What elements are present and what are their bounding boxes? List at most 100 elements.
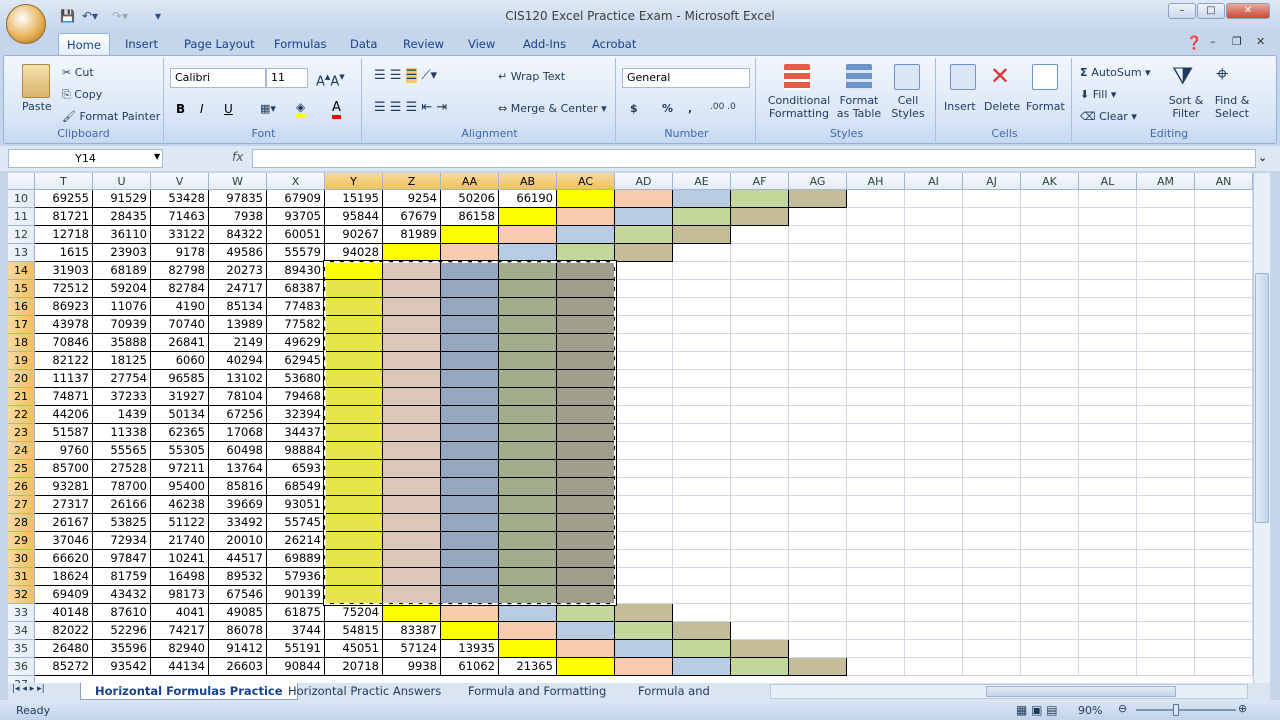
cell-AJ20[interactable] (963, 370, 1021, 388)
vertical-scroll-thumb[interactable] (1255, 273, 1269, 523)
cell-W15[interactable]: 24717 (209, 280, 267, 298)
row-header-33[interactable]: 33 (8, 604, 35, 622)
cell-AG32[interactable] (789, 586, 847, 604)
cell-AG34[interactable] (789, 622, 847, 640)
cell-AE35[interactable] (673, 640, 731, 658)
cell-AG10[interactable] (789, 190, 847, 208)
cell-W30[interactable]: 44517 (209, 550, 267, 568)
cell-AI14[interactable] (905, 262, 963, 280)
cell-AM34[interactable] (1137, 622, 1195, 640)
cell-AL31[interactable] (1079, 568, 1137, 586)
cell-AF21[interactable] (731, 388, 789, 406)
cell-AJ16[interactable] (963, 298, 1021, 316)
cell-AN20[interactable] (1195, 370, 1253, 388)
row-header-17[interactable]: 17 (8, 316, 35, 334)
wrap-text-button[interactable]: ↵ Wrap Text (498, 70, 565, 83)
cell-AI31[interactable] (905, 568, 963, 586)
grow-font-icon[interactable]: A▴A▾ (316, 70, 345, 89)
cell-T12[interactable]: 12718 (35, 226, 93, 244)
office-button[interactable] (6, 4, 46, 44)
name-box-dropdown-icon[interactable]: ▼ (154, 152, 160, 161)
cell-AD25[interactable] (615, 460, 673, 478)
cell-X35[interactable]: 55191 (267, 640, 325, 658)
cell-AF30[interactable] (731, 550, 789, 568)
cell-X22[interactable]: 32394 (267, 406, 325, 424)
cell-AE12[interactable] (673, 226, 731, 244)
row-header-15[interactable]: 15 (8, 280, 35, 298)
cell-AK14[interactable] (1021, 262, 1079, 280)
cell-AL29[interactable] (1079, 532, 1137, 550)
cell-T10[interactable]: 69255 (35, 190, 93, 208)
cell-AI30[interactable] (905, 550, 963, 568)
cell-V21[interactable]: 31927 (151, 388, 209, 406)
cell-W29[interactable]: 20010 (209, 532, 267, 550)
cell-AD36[interactable] (615, 658, 673, 676)
cell-AD34[interactable] (615, 622, 673, 640)
cell-AI17[interactable] (905, 316, 963, 334)
column-header-AI[interactable]: AI (905, 173, 963, 190)
cell-AJ22[interactable] (963, 406, 1021, 424)
format-as-table-button[interactable]: Format as Table (834, 94, 884, 120)
cell-AF19[interactable] (731, 352, 789, 370)
cell-AF27[interactable] (731, 496, 789, 514)
cell-AK17[interactable] (1021, 316, 1079, 334)
cell-U19[interactable]: 18125 (93, 352, 151, 370)
cell-AG16[interactable] (789, 298, 847, 316)
cell-AB33[interactable] (499, 604, 557, 622)
cell-AH21[interactable] (847, 388, 905, 406)
cell-T33[interactable]: 40148 (35, 604, 93, 622)
cell-AN10[interactable] (1195, 190, 1253, 208)
cell-V36[interactable]: 44134 (151, 658, 209, 676)
cell-Z11[interactable]: 67679 (383, 208, 441, 226)
cell-AG29[interactable] (789, 532, 847, 550)
font-color-icon[interactable]: A (332, 100, 341, 119)
sheet-tab-horizontal-practic-answers[interactable]: Horizontal Practic Answers (274, 683, 455, 700)
sheet-tab-formula-and-formatting[interactable]: Formula and Formatting (454, 683, 620, 700)
cell-AI33[interactable] (905, 604, 963, 622)
cell-U23[interactable]: 11338 (93, 424, 151, 442)
cell-AI20[interactable] (905, 370, 963, 388)
cell-AH22[interactable] (847, 406, 905, 424)
sheet-nav-arrows[interactable]: |◂ ◂ ▸ ▸| (12, 684, 45, 694)
cell-AA13[interactable] (441, 244, 499, 262)
row-header-27[interactable]: 27 (8, 496, 35, 514)
column-header-AN[interactable]: AN (1195, 173, 1253, 190)
cell-AI22[interactable] (905, 406, 963, 424)
tab-add-ins[interactable]: Add-Ins (515, 33, 574, 55)
cell-U13[interactable]: 23903 (93, 244, 151, 262)
cell-AH17[interactable] (847, 316, 905, 334)
cell-AB10[interactable]: 66190 (499, 190, 557, 208)
cell-AN24[interactable] (1195, 442, 1253, 460)
cell-U33[interactable]: 87610 (93, 604, 151, 622)
cell-AE32[interactable] (673, 586, 731, 604)
cell-AK23[interactable] (1021, 424, 1079, 442)
cell-AJ28[interactable] (963, 514, 1021, 532)
cell-AJ18[interactable] (963, 334, 1021, 352)
column-header-AD[interactable]: AD (615, 173, 673, 190)
cell-U21[interactable]: 37233 (93, 388, 151, 406)
row-header-19[interactable]: 19 (8, 352, 35, 370)
cell-AE26[interactable] (673, 478, 731, 496)
cell-T17[interactable]: 43978 (35, 316, 93, 334)
row-header-21[interactable]: 21 (8, 388, 35, 406)
row-header-23[interactable]: 23 (8, 424, 35, 442)
cell-V20[interactable]: 96585 (151, 370, 209, 388)
cell-AB12[interactable] (499, 226, 557, 244)
cell-AF23[interactable] (731, 424, 789, 442)
cell-Y11[interactable]: 95844 (325, 208, 383, 226)
cell-AL23[interactable] (1079, 424, 1137, 442)
cell-V19[interactable]: 6060 (151, 352, 209, 370)
cell-AF26[interactable] (731, 478, 789, 496)
help-icon[interactable]: ❓ (1186, 36, 1202, 51)
cell-AN23[interactable] (1195, 424, 1253, 442)
cell-AH11[interactable] (847, 208, 905, 226)
tab-data[interactable]: Data (342, 33, 385, 55)
cell-X23[interactable]: 34437 (267, 424, 325, 442)
cell-V33[interactable]: 4041 (151, 604, 209, 622)
cell-AD28[interactable] (615, 514, 673, 532)
workbook-minimize-icon[interactable]: – (1210, 35, 1216, 48)
column-header-AG[interactable]: AG (789, 173, 847, 190)
cell-W24[interactable]: 60498 (209, 442, 267, 460)
cell-W33[interactable]: 49085 (209, 604, 267, 622)
cell-AL16[interactable] (1079, 298, 1137, 316)
